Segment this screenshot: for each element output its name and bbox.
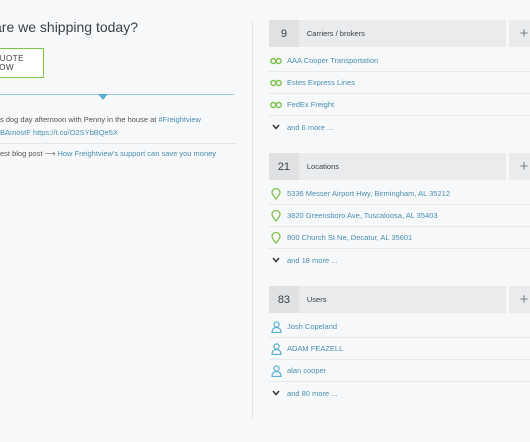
users-title[interactable]: Users xyxy=(298,286,507,313)
list-item[interactable]: FedEx Freight xyxy=(269,94,530,116)
user-name: alan cooper xyxy=(287,366,327,375)
chevron-down-icon xyxy=(270,121,282,133)
user-name: Josh Copeland xyxy=(287,322,338,331)
show-more-carriers[interactable]: and 6 more ... xyxy=(269,116,530,138)
link-chain-icon xyxy=(270,77,282,89)
add-location-button[interactable]: + xyxy=(509,153,530,180)
list-item[interactable]: alan cooper xyxy=(269,360,530,382)
list-item[interactable]: 5336 Messer Airport Hwy, Birmingham, AL … xyxy=(269,183,530,205)
users-count: 83 xyxy=(269,286,299,313)
blog-post-line: est blog post ⟶ How Freightview's suppor… xyxy=(0,149,236,158)
carriers-panel: 9 Carriers / brokers + AAA Cooper Transp… xyxy=(269,20,530,138)
list-item[interactable]: Estes Express Lines xyxy=(269,72,530,94)
locations-header: 21 Locations + xyxy=(269,153,530,180)
list-item[interactable]: 3820 Greensboro Ave, Tuscaloosa, AL 3540… xyxy=(269,205,530,227)
location-address: 3820 Greensboro Ave, Tuscaloosa, AL 3540… xyxy=(287,211,438,220)
link-chain-icon xyxy=(270,55,282,67)
more-label: and 18 more ... xyxy=(287,255,338,265)
user-icon xyxy=(270,364,282,377)
section-divider xyxy=(0,94,234,95)
blog-prefix: est blog post ⟶ xyxy=(0,149,56,158)
location-address: 5336 Messer Airport Hwy, Birmingham, AL … xyxy=(287,189,450,198)
tweet-hashtag-link[interactable]: #Freightview xyxy=(158,115,201,124)
tweet-body: s dog day afternoon with Penny in the ho… xyxy=(0,115,159,124)
dashboard-left-column: are we shipping today? QUOTE NOW s dog d… xyxy=(0,0,240,442)
locations-panel: 21 Locations + 5336 Messer Airport Hwy, … xyxy=(269,153,530,271)
locations-title[interactable]: Locations xyxy=(298,153,507,180)
divider-caret-icon xyxy=(98,94,108,100)
list-item[interactable]: Josh Copeland xyxy=(269,316,530,338)
list-item[interactable]: 800 Church St Ne, Decatur, AL 35601 xyxy=(269,227,530,249)
carriers-header: 9 Carriers / brokers + xyxy=(269,20,530,47)
more-label: and 6 more ... xyxy=(287,122,334,132)
users-panel: 83 Users + Josh Copeland ADAM FEAZELL al… xyxy=(269,286,530,404)
map-pin-icon xyxy=(270,209,282,222)
tweet-text: s dog day afternoon with Penny in the ho… xyxy=(0,113,236,139)
user-icon xyxy=(270,320,282,333)
quote-now-button[interactable]: QUOTE NOW xyxy=(0,48,44,78)
show-more-users[interactable]: and 80 more ... xyxy=(269,382,530,404)
carrier-name: Estes Express Lines xyxy=(287,78,355,87)
carrier-name: FedEx Freight xyxy=(287,100,335,109)
carriers-count: 9 xyxy=(269,20,299,47)
link-chain-icon xyxy=(270,99,282,111)
carrier-name: AAA Cooper Transportation xyxy=(287,56,379,65)
tweet-separator xyxy=(0,143,236,144)
user-icon xyxy=(270,342,282,355)
users-header: 83 Users + xyxy=(269,286,530,313)
blog-post-link[interactable]: How Freightview's support can save you m… xyxy=(57,149,216,158)
tweet-url-link[interactable]: BAmostF https://t.co/O2SYbBQe5X xyxy=(0,128,118,137)
chevron-down-icon xyxy=(270,387,282,399)
list-item[interactable]: AAA Cooper Transportation xyxy=(269,50,530,72)
add-carrier-button[interactable]: + xyxy=(509,20,530,47)
show-more-locations[interactable]: and 18 more ... xyxy=(269,249,530,271)
user-name: ADAM FEAZELL xyxy=(287,344,344,353)
chevron-down-icon xyxy=(270,254,282,266)
map-pin-icon xyxy=(270,187,282,200)
locations-count: 21 xyxy=(269,153,299,180)
add-user-button[interactable]: + xyxy=(509,286,530,313)
list-item[interactable]: ADAM FEAZELL xyxy=(269,338,530,360)
map-pin-icon xyxy=(270,231,282,244)
column-separator xyxy=(252,22,253,418)
shipping-question-heading: are we shipping today? xyxy=(0,19,138,35)
carriers-title[interactable]: Carriers / brokers xyxy=(298,20,507,47)
location-address: 800 Church St Ne, Decatur, AL 35601 xyxy=(287,233,413,242)
more-label: and 80 more ... xyxy=(287,388,338,398)
